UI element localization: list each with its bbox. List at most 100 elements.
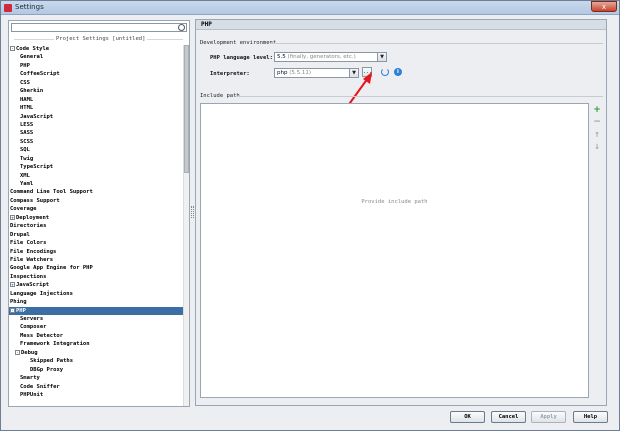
add-icon[interactable]: + bbox=[593, 106, 601, 115]
tree-item[interactable]: + Deployment bbox=[9, 214, 183, 222]
tree-item-label: Debug bbox=[21, 349, 38, 356]
tree-item[interactable]: General bbox=[9, 53, 183, 61]
tree-item-label: File Watchers bbox=[10, 256, 54, 263]
tree-item[interactable]: HAML bbox=[9, 96, 183, 104]
tree-item[interactable]: + JavaScript bbox=[9, 281, 183, 289]
window-title: Settings bbox=[15, 3, 44, 11]
tree-item[interactable]: TypeScript bbox=[9, 163, 183, 171]
tree-item[interactable]: JavaScript bbox=[9, 113, 183, 121]
tree-item[interactable]: Command Line Tool Support bbox=[9, 188, 183, 196]
tree-item[interactable]: CSS bbox=[9, 79, 183, 87]
move-up-icon[interactable]: ↑ bbox=[593, 131, 601, 139]
tree-item[interactable]: Language Injections bbox=[9, 290, 183, 298]
section-label: Project Settings [untitled] bbox=[54, 36, 148, 42]
dev-env-label: Development environment bbox=[200, 40, 277, 46]
expand-icon[interactable]: + bbox=[10, 282, 15, 288]
tree-item[interactable]: - Code Style bbox=[9, 45, 183, 53]
tree-item-label: Smarty bbox=[20, 375, 40, 382]
tree-item-label: Gherkin bbox=[20, 88, 44, 95]
tree-item[interactable]: HTML bbox=[9, 104, 183, 112]
ok-button[interactable]: OK bbox=[450, 411, 485, 423]
include-path-list[interactable]: Provide include path bbox=[200, 103, 589, 398]
refresh-icon[interactable] bbox=[381, 68, 389, 76]
tree-item-label: Yaml bbox=[20, 181, 34, 187]
dev-env-divider bbox=[270, 43, 603, 44]
remove-icon[interactable]: − bbox=[593, 118, 601, 127]
tree-item[interactable]: Inspections bbox=[9, 273, 183, 281]
tree-item-label: PHP bbox=[20, 62, 30, 69]
close-button[interactable]: x bbox=[591, 1, 617, 12]
tree-item[interactable]: Servers bbox=[9, 315, 183, 323]
tree-item[interactable]: XML bbox=[9, 172, 183, 180]
tree-item[interactable]: PHPUnit bbox=[9, 391, 183, 399]
info-icon[interactable]: i bbox=[394, 68, 402, 76]
tree-item[interactable]: SQL bbox=[9, 146, 183, 154]
tree-item[interactable]: Yaml bbox=[9, 180, 183, 188]
tree-item[interactable]: Smarty bbox=[9, 374, 183, 382]
tree-item-label: Language Injections bbox=[10, 290, 73, 297]
collapse-icon[interactable]: - bbox=[10, 307, 15, 313]
tree-item[interactable]: CoffeeScript bbox=[9, 70, 183, 78]
tree-item[interactable]: Gherkin bbox=[9, 87, 183, 95]
tree-item[interactable]: Code Sniffer bbox=[9, 383, 183, 391]
tree-item-label: Composer bbox=[20, 324, 47, 331]
tree-item[interactable]: DBGp Proxy bbox=[9, 366, 183, 374]
tree-item[interactable]: SASS bbox=[9, 129, 183, 137]
cancel-button[interactable]: Cancel bbox=[491, 411, 526, 423]
tree-item-label: Phing bbox=[10, 299, 27, 306]
tree-item-label: SASS bbox=[20, 130, 34, 137]
tree-scrollbar[interactable] bbox=[183, 45, 189, 406]
tree-item-label: DBGp Proxy bbox=[30, 366, 64, 373]
app-icon bbox=[4, 4, 12, 12]
tree-item-label: Google App Engine for PHP bbox=[10, 265, 93, 272]
tree-item-label: LESS bbox=[20, 121, 34, 128]
tree-item-label: Skipped Paths bbox=[30, 358, 74, 365]
tree-item-label: Drupal bbox=[10, 231, 30, 238]
tree-item[interactable]: PHP bbox=[9, 62, 183, 70]
move-down-icon[interactable]: ↓ bbox=[593, 143, 601, 151]
tree-item[interactable]: Composer bbox=[9, 323, 183, 331]
tree-item-label: Directories bbox=[10, 223, 47, 230]
tree-item[interactable]: LESS bbox=[9, 121, 183, 129]
settings-tree-panel: Project Settings [untitled] - Code Style G… bbox=[8, 20, 190, 407]
tree-item[interactable]: Twig bbox=[9, 155, 183, 163]
tree-item-label: Coverage bbox=[10, 206, 37, 213]
tree-item[interactable]: Drupal bbox=[9, 231, 183, 239]
tree-item[interactable]: Skipped Paths bbox=[9, 357, 183, 365]
tree-item[interactable]: Coverage bbox=[9, 205, 183, 213]
collapse-icon[interactable]: - bbox=[10, 46, 15, 51]
expand-icon[interactable]: + bbox=[10, 214, 15, 220]
tree-item[interactable]: Framework Integration bbox=[9, 340, 183, 348]
include-path-placeholder: Provide include path bbox=[361, 199, 428, 205]
tree-item[interactable]: - Debug bbox=[9, 349, 183, 357]
interpreter-hint: (5.5.11) bbox=[289, 70, 312, 76]
scrollbar-thumb[interactable] bbox=[184, 45, 189, 173]
tree-item[interactable]: File Colors bbox=[9, 239, 183, 247]
tree-item[interactable]: Google App Engine for PHP bbox=[9, 264, 183, 272]
apply-button[interactable]: Apply bbox=[531, 411, 566, 423]
language-level-select[interactable]: 5.5 (finally, generators, etc.) ▼ bbox=[274, 52, 387, 62]
tree-item[interactable]: SCSS bbox=[9, 138, 183, 146]
tree-item[interactable]: Phing bbox=[9, 298, 183, 306]
tree-item[interactable]: Directories bbox=[9, 222, 183, 230]
tree-item[interactable]: File Watchers bbox=[9, 256, 183, 264]
tree-item-label: TypeScript bbox=[20, 164, 54, 171]
tree-item[interactable]: File Encodings bbox=[9, 248, 183, 256]
tree-item[interactable]: Mess Detector bbox=[9, 332, 183, 340]
include-path-divider bbox=[237, 96, 603, 97]
help-button[interactable]: Help bbox=[573, 411, 608, 423]
tree-item-label: Mess Detector bbox=[20, 332, 64, 339]
tree-item-label: SCSS bbox=[20, 138, 34, 145]
tree-item[interactable]: Compass Support bbox=[9, 197, 183, 205]
tree-item-label: Deployment bbox=[16, 214, 50, 221]
collapse-icon[interactable]: - bbox=[15, 349, 20, 355]
language-level-label: PHP language level: bbox=[210, 55, 273, 61]
panel-title: PHP bbox=[196, 20, 606, 30]
splitter-handle[interactable] bbox=[191, 206, 194, 218]
tree-item-label: File Colors bbox=[10, 240, 47, 247]
tree-item[interactable]: - PHP bbox=[9, 306, 183, 315]
tree-item-label: HAML bbox=[20, 96, 34, 103]
tree-item-label: File Encodings bbox=[10, 248, 57, 255]
interpreter-value: php bbox=[277, 70, 288, 76]
search-input[interactable] bbox=[11, 23, 187, 32]
